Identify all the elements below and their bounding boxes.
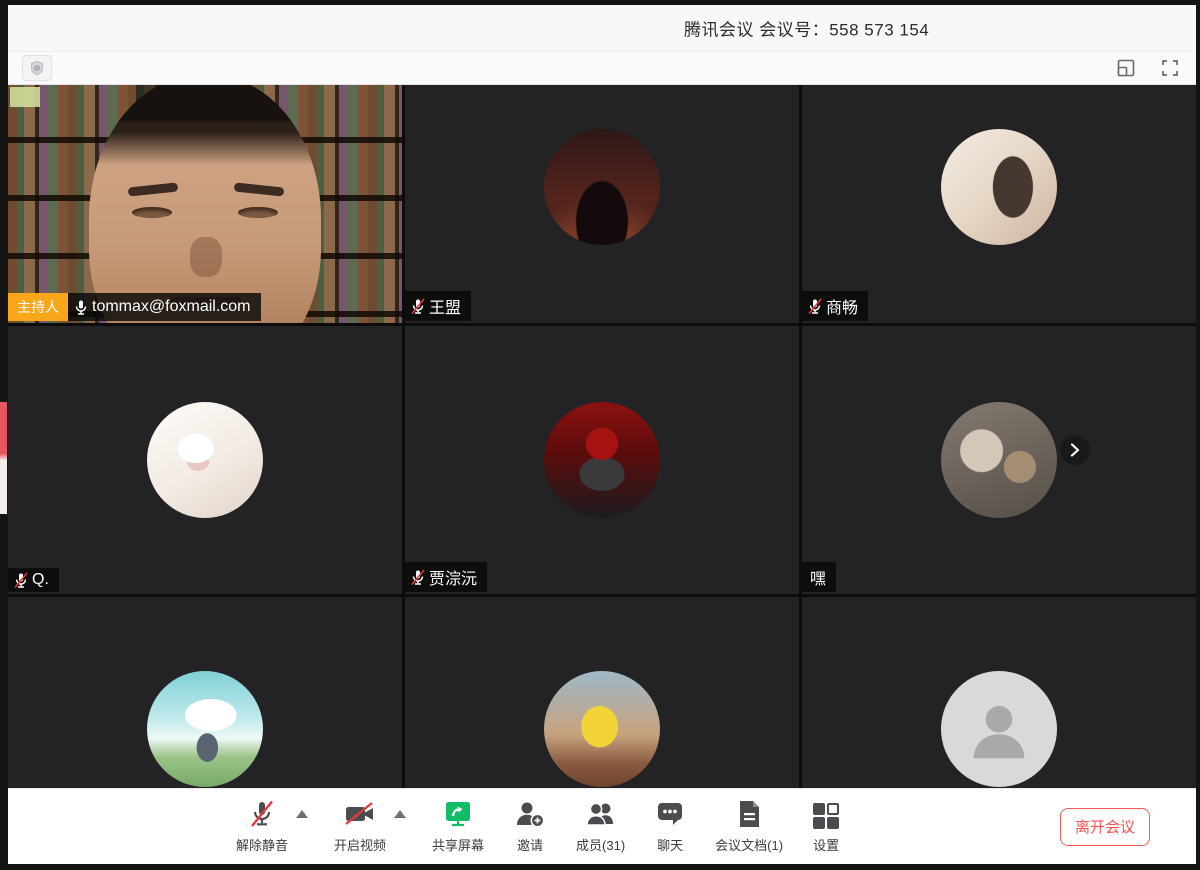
document-icon — [736, 799, 762, 829]
chevron-right-icon — [1069, 443, 1081, 457]
meeting-window: 腾讯会议 会议号：558 573 154 — [8, 5, 1196, 864]
host-live-video — [8, 85, 402, 323]
share-screen-button[interactable]: 共享屏幕 — [432, 799, 484, 854]
participant-name-text: 商畅 — [826, 294, 858, 318]
chat-bubble-icon — [655, 799, 685, 829]
name-label: 商畅 — [802, 291, 868, 321]
unmute-button[interactable]: 解除静音 — [236, 799, 288, 854]
invite-person-icon — [514, 799, 546, 829]
switch-layout-button[interactable] — [1114, 56, 1138, 80]
video-tile[interactable]: 贾淙沅 — [405, 326, 799, 594]
avatar — [941, 129, 1057, 245]
avatar — [544, 129, 660, 245]
avatar — [544, 402, 660, 518]
video-tile[interactable] — [802, 597, 1196, 788]
avatar — [147, 671, 263, 787]
avatar — [544, 671, 660, 787]
invite-label: 邀请 — [517, 835, 543, 854]
mic-muted-icon — [13, 572, 29, 589]
video-tile[interactable] — [8, 597, 402, 788]
settings-label: 设置 — [813, 835, 839, 854]
participant-name-text: 嘿 — [810, 565, 826, 589]
video-tile[interactable]: 嘿 — [802, 326, 1196, 594]
unmute-label: 解除静音 — [236, 835, 288, 854]
participant-name: Q. — [8, 568, 59, 592]
participant-name-text: tommax@foxmail.com — [92, 298, 251, 316]
meeting-docs-label: 会议文档(1) — [715, 835, 783, 854]
host-face-detail — [132, 207, 172, 218]
invite-button[interactable]: 邀请 — [514, 799, 546, 854]
host-face-detail — [190, 237, 222, 277]
mic-muted-icon — [410, 298, 426, 315]
avatar — [941, 402, 1057, 518]
next-page-button[interactable] — [1060, 435, 1090, 465]
security-shield-icon — [29, 60, 45, 76]
title-bar: 腾讯会议 会议号：558 573 154 — [8, 5, 1196, 51]
name-label: 贾淙沅 — [405, 562, 487, 592]
participant-name: tommax@foxmail.com — [68, 293, 261, 321]
mic-on-icon — [73, 299, 89, 316]
host-face — [89, 85, 321, 323]
switch-layout-icon — [1116, 58, 1136, 78]
video-tile[interactable]: 王盟 — [405, 85, 799, 323]
security-shield-button[interactable] — [22, 55, 52, 81]
name-label: 嘿 — [802, 562, 836, 592]
meeting-title: 腾讯会议 会议号：558 573 154 — [684, 16, 929, 41]
video-tile[interactable]: Q. — [8, 326, 402, 594]
video-tile[interactable] — [405, 597, 799, 788]
mic-options-caret[interactable] — [296, 810, 308, 818]
name-label: 主持人 tommax@foxmail.com — [8, 293, 261, 321]
participant-name-text: 王盟 — [429, 294, 461, 318]
bookshelf-tag — [10, 87, 40, 107]
window-view-controls — [1114, 56, 1182, 80]
members-label: 成员(31) — [576, 835, 625, 854]
mic-muted-icon — [410, 569, 426, 586]
participant-name: 王盟 — [405, 291, 471, 321]
video-options-caret[interactable] — [394, 810, 406, 818]
start-video-label: 开启视频 — [334, 835, 386, 854]
camera-off-icon — [343, 799, 377, 829]
mic-muted-icon — [807, 298, 823, 315]
video-tile-host[interactable]: 主持人 tommax@foxmail.com — [8, 85, 402, 323]
avatar-default — [941, 671, 1057, 787]
sub-toolbar — [8, 51, 1196, 85]
name-label: Q. — [8, 568, 59, 592]
video-grid: 主持人 tommax@foxmail.com — [8, 85, 1196, 788]
host-badge: 主持人 — [8, 293, 68, 321]
host-face-detail — [238, 207, 278, 218]
mic-muted-icon — [247, 799, 277, 829]
person-silhouette-icon — [960, 690, 1038, 768]
start-video-button[interactable]: 开启视频 — [334, 799, 386, 854]
background-window-sliver — [0, 402, 7, 514]
fullscreen-button[interactable] — [1158, 56, 1182, 80]
members-icon — [584, 799, 618, 829]
avatar — [147, 402, 263, 518]
leave-meeting-button[interactable]: 离开会议 — [1060, 808, 1150, 846]
meeting-docs-button[interactable]: 会议文档(1) — [715, 799, 783, 854]
members-button[interactable]: 成员(31) — [576, 799, 625, 854]
participant-name: 嘿 — [802, 562, 836, 592]
settings-grid-icon — [813, 803, 839, 829]
settings-button[interactable]: 设置 — [813, 799, 839, 854]
video-tile[interactable]: 商畅 — [802, 85, 1196, 323]
fullscreen-icon — [1160, 58, 1180, 78]
share-screen-label: 共享屏幕 — [432, 835, 484, 854]
participant-name-text: Q. — [32, 571, 49, 589]
chat-label: 聊天 — [657, 835, 683, 854]
participant-name: 贾淙沅 — [405, 562, 487, 592]
control-bar: 解除静音 开启视频 — [8, 788, 1196, 864]
share-screen-icon — [442, 799, 474, 829]
name-label: 王盟 — [405, 291, 471, 321]
participant-name: 商畅 — [802, 291, 868, 321]
chat-button[interactable]: 聊天 — [655, 799, 685, 854]
participant-name-text: 贾淙沅 — [429, 565, 477, 589]
